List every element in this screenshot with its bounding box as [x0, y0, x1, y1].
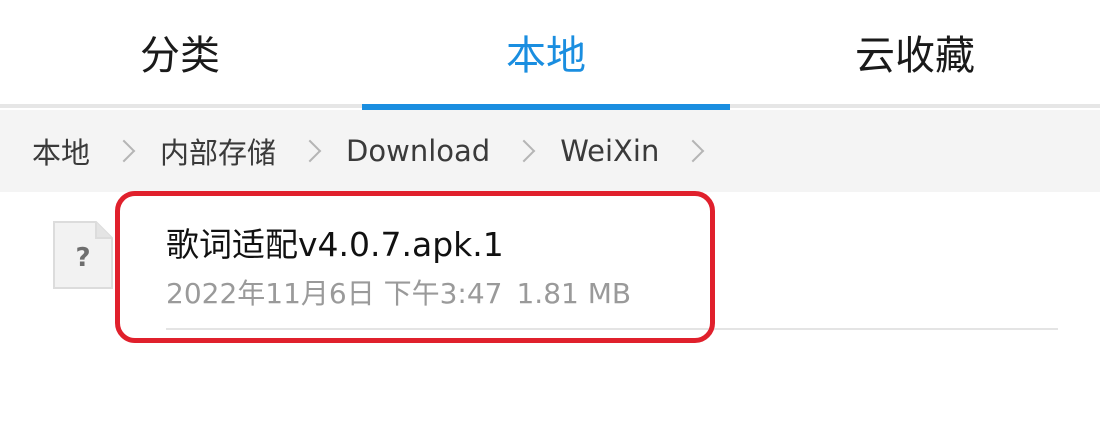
- chevron-right-icon: [682, 139, 705, 163]
- tab-category[interactable]: 分类: [0, 0, 360, 104]
- tab-local[interactable]: 本地: [362, 0, 730, 104]
- breadcrumb-item-weixin[interactable]: WeiXin: [560, 134, 659, 168]
- file-manager-screen: 分类 本地 云收藏 本地 内部存储 Download WeiXin ? 歌词适配…: [0, 0, 1100, 440]
- chevron-right-icon: [512, 139, 536, 163]
- tab-cloud-favorites[interactable]: 云收藏: [730, 0, 1100, 104]
- breadcrumb-item-local[interactable]: 本地: [32, 130, 90, 172]
- file-size: 1.81 MB: [516, 277, 632, 310]
- file-name: 歌词适配v4.0.7.apk.1: [166, 225, 504, 264]
- file-type-glyph: ?: [75, 243, 90, 273]
- breadcrumb-item-internal-storage[interactable]: 内部存储: [160, 130, 276, 172]
- breadcrumb: 本地 内部存储 Download WeiXin: [0, 110, 1100, 192]
- file-meta: 2022年11月6日 下午3:47 1.81 MB: [166, 272, 631, 312]
- file-list-item[interactable]: ? 歌词适配v4.0.7.apk.1 2022年11月6日 下午3:47 1.81…: [0, 192, 1100, 332]
- active-tab-indicator: [362, 104, 730, 110]
- tab-bar: 分类 本地 云收藏: [0, 0, 1100, 110]
- unknown-file-icon: ?: [53, 221, 113, 289]
- chevron-right-icon: [298, 139, 322, 163]
- chevron-right-icon: [112, 139, 136, 163]
- breadcrumb-item-download[interactable]: Download: [346, 134, 490, 168]
- file-date: 2022年11月6日 下午3:47: [166, 277, 503, 310]
- row-divider: [166, 328, 1058, 330]
